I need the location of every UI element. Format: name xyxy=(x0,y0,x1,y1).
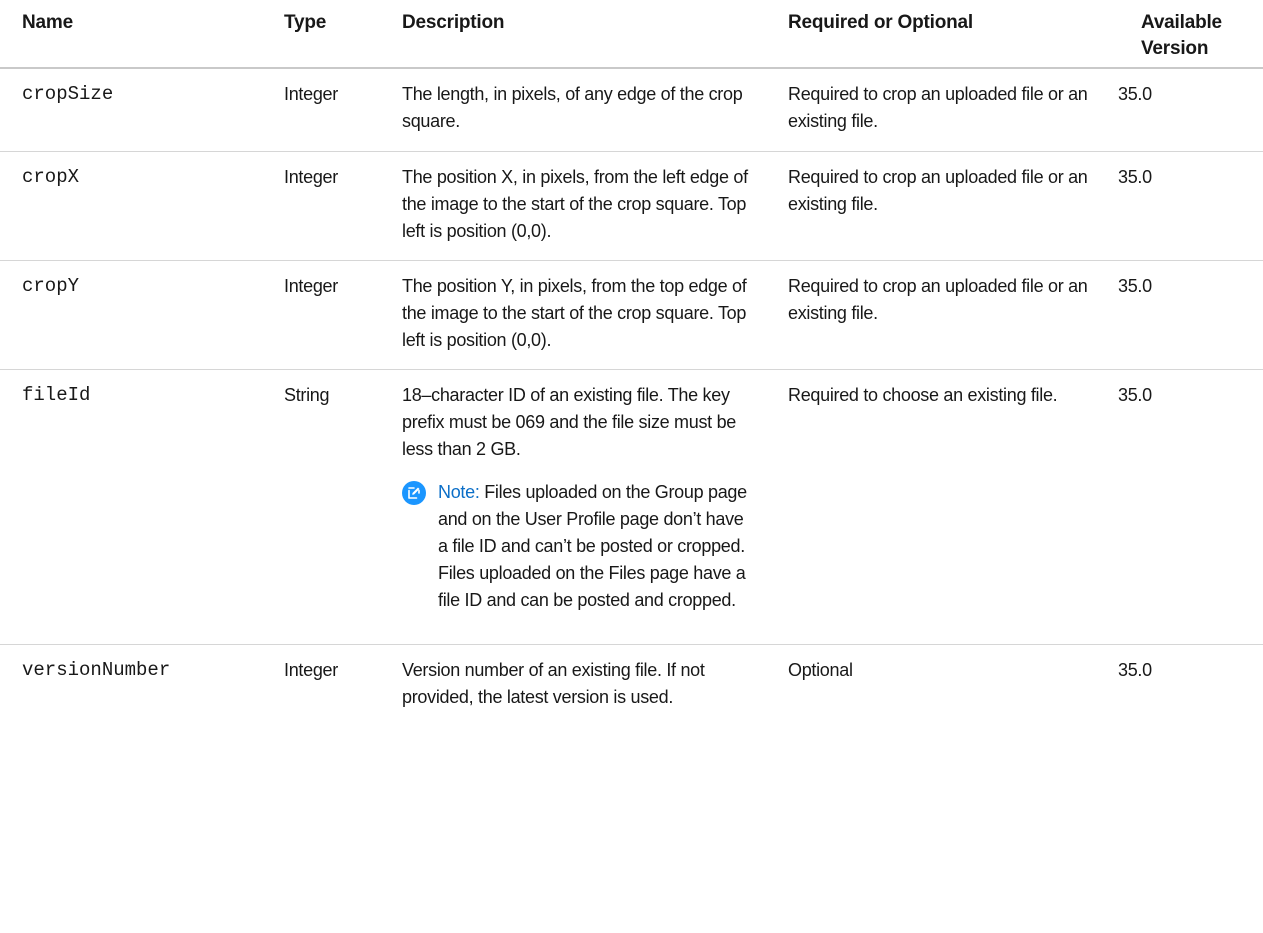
param-type: Integer xyxy=(284,660,338,680)
param-description: 18–character ID of an existing file. The… xyxy=(402,385,736,459)
table-body: cropSize Integer The length, in pixels, … xyxy=(0,68,1263,719)
header-version: Available Version xyxy=(1114,0,1263,69)
header-required: Required or Optional xyxy=(774,0,1114,69)
param-required: Required to choose an existing file. xyxy=(774,369,1114,645)
note-text: Files uploaded on the Group page and on … xyxy=(438,482,747,610)
note-callout: Note: Files uploaded on the Group page a… xyxy=(402,479,768,636)
header-row: Name Type Description Required or Option… xyxy=(0,0,1263,69)
param-type: Integer xyxy=(270,68,388,152)
table-header: Name Type Description Required or Option… xyxy=(0,0,1263,69)
param-type: Integer xyxy=(270,151,388,261)
param-description: The position Y, in pixels, from the top … xyxy=(388,260,774,370)
param-description: The position X, in pixels, from the left… xyxy=(388,151,774,261)
param-description: The length, in pixels, of any edge of th… xyxy=(388,68,774,152)
param-version: 35.0 xyxy=(1114,260,1263,370)
param-required: Optional xyxy=(788,660,853,680)
param-type: Integer xyxy=(270,260,388,370)
table-row: cropSize Integer The length, in pixels, … xyxy=(0,68,1263,152)
header-name: Name xyxy=(0,0,270,69)
param-required: Required to crop an uploaded file or an … xyxy=(774,68,1114,152)
param-version: 35.0 xyxy=(1114,151,1263,261)
note-label: Note: xyxy=(438,482,480,502)
note-body: Note: Files uploaded on the Group page a… xyxy=(438,479,768,614)
table-row: cropY Integer The position Y, in pixels,… xyxy=(0,260,1263,370)
param-description: Version number of an existing file. If n… xyxy=(402,660,705,707)
table-row: versionNumber Integer Version number of … xyxy=(0,645,1263,720)
edit-note-icon xyxy=(402,481,426,505)
table-row: cropX Integer The position X, in pixels,… xyxy=(0,151,1263,261)
param-name: versionNumber xyxy=(22,659,171,681)
param-version: 35.0 xyxy=(1114,369,1263,645)
param-name: fileId xyxy=(0,369,270,645)
param-required: Required to crop an uploaded file or an … xyxy=(774,151,1114,261)
header-description: Description xyxy=(388,0,774,69)
header-type: Type xyxy=(270,0,388,69)
param-version: 35.0 xyxy=(1118,660,1152,680)
param-type: String xyxy=(270,369,388,645)
param-name: cropX xyxy=(0,151,270,261)
table-row: fileId String 18–character ID of an exis… xyxy=(0,369,1263,645)
param-name: cropSize xyxy=(0,68,270,152)
param-required: Required to crop an uploaded file or an … xyxy=(774,260,1114,370)
param-description-cell: 18–character ID of an existing file. The… xyxy=(388,369,774,645)
parameters-table: Name Type Description Required or Option… xyxy=(0,0,1263,719)
param-name: cropY xyxy=(0,260,270,370)
param-version: 35.0 xyxy=(1114,68,1263,152)
